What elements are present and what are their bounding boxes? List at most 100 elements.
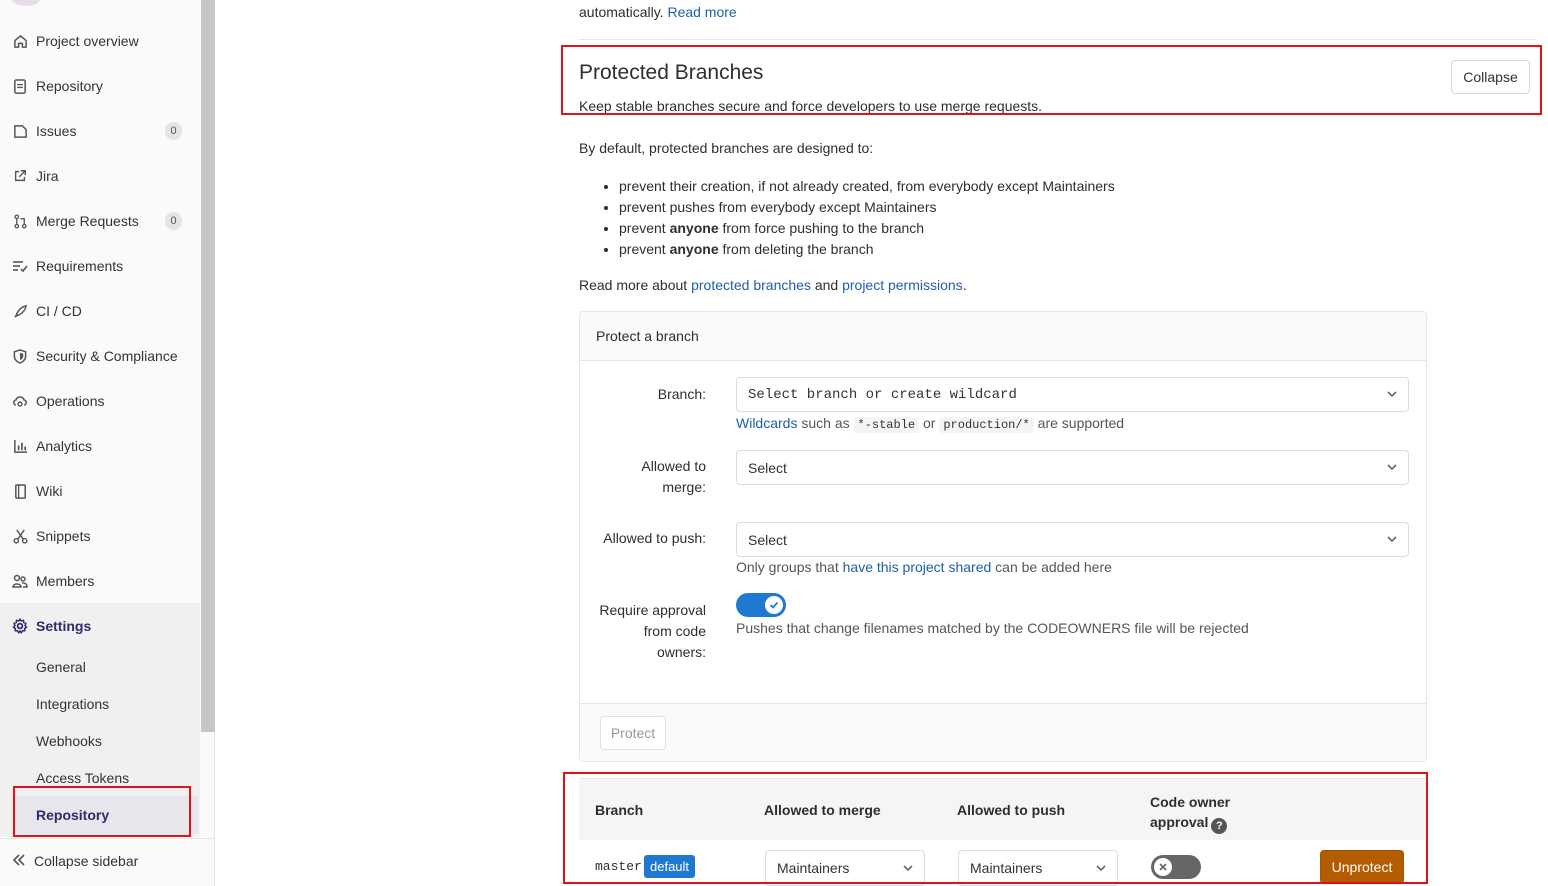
merge-requests-count-badge: 0 [165, 212, 182, 230]
panel-header: Protect a branch [580, 312, 1426, 361]
sidebar-item-label: Analytics [36, 438, 93, 454]
sidebar-item-label: Issues [36, 123, 77, 139]
double-chevron-left-icon [12, 853, 26, 869]
project-avatar[interactable] [10, 0, 42, 6]
sidebar-scrollbar[interactable] [201, 0, 215, 732]
merge-request-icon [12, 213, 28, 229]
sidebar-item-label: Project overview [36, 33, 139, 49]
sidebar-item-settings[interactable]: Settings [0, 606, 200, 646]
sidebar-item-label: CI / CD [36, 303, 82, 319]
sidebar-item-label: Repository [36, 78, 103, 94]
sidebar-item-label: Settings [36, 618, 92, 634]
require-approval-toggle[interactable] [736, 593, 786, 617]
sidebar-item-analytics[interactable]: Analytics [0, 426, 200, 466]
push-help-text: can be added here [991, 559, 1112, 575]
chevron-down-icon [1387, 536, 1397, 543]
sidebar-item-members[interactable]: Members [0, 561, 200, 601]
sidebar-item-ci-cd[interactable]: CI / CD [0, 291, 200, 331]
section-intro: By default, protected branches are desig… [579, 140, 874, 156]
wildcards-help: Wildcards such as *-stable or production… [736, 415, 1125, 433]
settings-sub-access-tokens[interactable]: Access Tokens [36, 770, 129, 786]
gear-icon [12, 618, 28, 634]
read-more-link[interactable]: Read more [667, 4, 736, 20]
collapse-sidebar-label: Collapse sidebar [34, 853, 139, 869]
list-item: prevent pushes from everybody except Mai… [619, 197, 1115, 218]
list-item: prevent anyone from force pushing to the… [619, 218, 1115, 239]
wildcards-text: are supported [1033, 415, 1125, 431]
highlight-box-protected-table [563, 772, 1428, 884]
previous-section-text: automatically. [579, 4, 664, 20]
sidebar-item-jira[interactable]: Jira [0, 156, 200, 196]
collapse-sidebar-button[interactable]: Collapse sidebar [12, 853, 138, 869]
project-shared-link[interactable]: have this project shared [843, 559, 992, 575]
settings-sub-integrations[interactable]: Integrations [36, 696, 109, 712]
sidebar-item-wiki[interactable]: Wiki [0, 471, 200, 511]
wildcards-text: or [919, 415, 940, 431]
list-item: prevent anyone from deleting the branch [619, 239, 1115, 260]
sidebar-item-label: Snippets [36, 528, 91, 544]
previous-section-tail: automatically. Read more [579, 4, 737, 20]
read-more-period: . [962, 277, 967, 293]
protected-branch-rules-list: prevent their creation, if not already c… [600, 176, 1115, 260]
read-more-about: Read more about protected branches and p… [579, 277, 967, 293]
protected-branches-link[interactable]: protected branches [691, 277, 811, 293]
allowed-to-merge-label: Allowed to merge: [641, 458, 706, 495]
sidebar-item-requirements[interactable]: Requirements [0, 246, 200, 286]
require-approval-label: Require approval from code owners: [599, 602, 706, 660]
sidebar-item-security-compliance[interactable]: Security & Compliance [0, 336, 200, 376]
chevron-down-icon [1387, 391, 1397, 398]
allowed-to-push-value: Select [748, 531, 787, 548]
highlight-box-section-header [561, 45, 1542, 115]
allowed-to-merge-value: Select [748, 459, 787, 476]
scissors-icon [12, 528, 28, 544]
sidebar-item-label: Merge Requests [36, 213, 139, 229]
sidebar-item-label: Requirements [36, 258, 124, 274]
read-more-and: and [810, 277, 843, 293]
highlight-box-sidebar-repository [13, 786, 191, 837]
push-help: Only groups that have this project share… [736, 559, 1112, 575]
panel-title: Protect a branch [596, 328, 699, 344]
wildcards-link[interactable]: Wildcards [736, 415, 797, 431]
checkmark-icon [769, 601, 779, 609]
home-icon [12, 33, 28, 49]
sidebar-item-operations[interactable]: Operations [0, 381, 200, 421]
issues-icon [12, 123, 28, 139]
protect-button[interactable]: Protect [600, 716, 666, 750]
sidebar-divider [0, 838, 215, 839]
chevron-down-icon [1387, 464, 1397, 471]
sidebar-item-label: Operations [36, 393, 105, 409]
branch-dropdown[interactable]: Select branch or create wildcard [736, 377, 1409, 412]
sidebar-item-label: Security & Compliance [36, 348, 178, 364]
requirements-icon [12, 258, 28, 274]
project-permissions-link[interactable]: project permissions [842, 277, 963, 293]
sidebar-item-label: Jira [36, 168, 59, 184]
issues-count-badge: 0 [165, 122, 182, 140]
sidebar-item-snippets[interactable]: Snippets [0, 516, 200, 556]
users-icon [12, 573, 28, 589]
book-icon [12, 483, 28, 499]
sidebar-item-issues[interactable]: Issues 0 [0, 111, 200, 151]
rocket-icon [12, 303, 28, 319]
sidebar-item-merge-requests[interactable]: Merge Requests 0 [0, 201, 200, 241]
settings-sub-webhooks[interactable]: Webhooks [36, 733, 102, 749]
branch-label: Branch: [657, 386, 706, 402]
settings-sub-general[interactable]: General [36, 659, 86, 675]
document-icon [12, 78, 28, 94]
toggle-knob [765, 596, 783, 614]
wildcard-example-1: *-stable [853, 417, 920, 433]
sidebar-item-project-overview[interactable]: Project overview [0, 21, 200, 61]
sidebar-item-repository[interactable]: Repository [0, 66, 200, 106]
allowed-to-push-label: Allowed to push: [603, 530, 706, 546]
shield-icon [12, 348, 28, 364]
cloud-gear-icon [12, 393, 28, 409]
branch-dropdown-value: Select branch or create wildcard [748, 386, 1017, 403]
sidebar-item-label: Wiki [36, 483, 63, 499]
allowed-to-merge-dropdown[interactable]: Select [736, 450, 1409, 485]
sidebar-item-label: Members [36, 573, 95, 589]
wildcard-example-2: production/* [939, 417, 1034, 433]
section-divider [579, 39, 1536, 40]
approval-help: Pushes that change filenames matched by … [736, 620, 1249, 636]
panel-footer: Protect [580, 703, 1426, 761]
allowed-to-push-dropdown[interactable]: Select [736, 522, 1409, 557]
external-link-icon [12, 168, 28, 184]
